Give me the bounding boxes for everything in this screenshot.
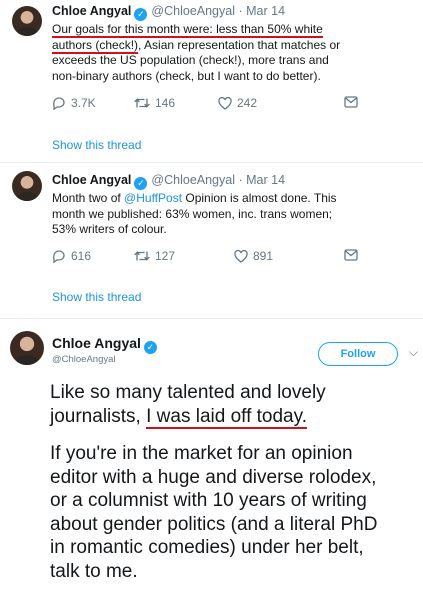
- show-thread-link[interactable]: Show this thread: [52, 138, 141, 152]
- avatar[interactable]: [12, 171, 42, 201]
- retweet-button[interactable]: 127: [134, 249, 175, 263]
- tweet-actions: 616 127 891: [52, 249, 362, 267]
- reply-icon: [52, 249, 66, 263]
- verified-badge-icon: ✓: [134, 177, 148, 190]
- direct-message-icon: [344, 249, 358, 261]
- direct-message-button[interactable]: [344, 249, 358, 261]
- annotation-underline: Our goals for this month were: less than…: [52, 22, 323, 38]
- direct-message-icon: [344, 96, 358, 108]
- annotation-underline: authors (check!): [52, 37, 139, 54]
- tweet-2[interactable]: Chloe Angyal ✓ @ChloeAngyal · Mar 14 Month…: [0, 163, 423, 313]
- author-name[interactable]: Chloe Angyal: [52, 4, 131, 18]
- mention-link[interactable]: @HuffPost: [124, 191, 182, 205]
- heart-icon: [218, 96, 232, 110]
- reply-count: 616: [71, 249, 92, 263]
- like-button[interactable]: 891: [234, 249, 273, 263]
- tweet-text: Our goals for this month were: less than…: [52, 22, 341, 83]
- reply-icon: [52, 96, 66, 110]
- retweet-button[interactable]: 146: [134, 96, 175, 110]
- direct-message-button[interactable]: [344, 96, 358, 108]
- tweet-header: Chloe Angyal ✓ @ChloeAngyal · Mar 14: [52, 4, 285, 21]
- retweet-icon: [134, 96, 150, 110]
- retweet-icon: [134, 249, 150, 263]
- verified-badge-icon: ✓: [134, 8, 148, 21]
- tweet-date[interactable]: · Mar 14: [238, 4, 285, 18]
- like-count: 891: [253, 249, 274, 263]
- show-thread-link[interactable]: Show this thread: [52, 290, 141, 304]
- avatar[interactable]: [10, 331, 44, 365]
- author-name[interactable]: Chloe Angyal: [52, 173, 131, 187]
- reply-button[interactable]: 3.7K: [52, 96, 96, 110]
- reply-count: 3.7K: [71, 96, 96, 110]
- avatar[interactable]: [12, 6, 42, 36]
- tweet-header: Chloe Angyal ✓ @ChloeAngyal · Mar 14: [52, 173, 285, 190]
- like-button[interactable]: 242: [218, 96, 257, 110]
- heart-icon: [234, 249, 248, 263]
- reply-button[interactable]: 616: [52, 249, 91, 263]
- tweet-1[interactable]: Chloe Angyal ✓ @ChloeAngyal · Mar 14 Our g…: [0, 0, 423, 158]
- chevron-down-icon[interactable]: ⌵: [409, 345, 418, 360]
- author-name[interactable]: Chloe Angyal: [52, 335, 141, 351]
- tweet-text: Like so many talented and lovely journal…: [50, 382, 378, 582]
- verified-badge-icon: ✓: [143, 341, 157, 354]
- tweet-3[interactable]: Chloe Angyal ✓ @ChloeAngyal Follow ⌵ Like…: [0, 319, 423, 600]
- author-handle[interactable]: @ChloeAngyal: [151, 173, 235, 187]
- author-handle[interactable]: @ChloeAngyal: [151, 4, 235, 18]
- retweet-count: 146: [155, 96, 176, 110]
- tweet-date[interactable]: · Mar 14: [238, 173, 285, 187]
- retweet-count: 127: [155, 249, 176, 263]
- follow-button[interactable]: Follow: [318, 342, 398, 366]
- annotation-underline: I was laid off today.: [146, 405, 307, 429]
- tweet-actions: 3.7K 146 242: [52, 96, 362, 114]
- tweet-text: Month two of @HuffPost Opinion is almost…: [52, 191, 337, 236]
- tweet-header: Chloe Angyal ✓: [52, 335, 161, 354]
- author-handle[interactable]: @ChloeAngyal: [52, 354, 116, 365]
- like-count: 242: [237, 96, 258, 110]
